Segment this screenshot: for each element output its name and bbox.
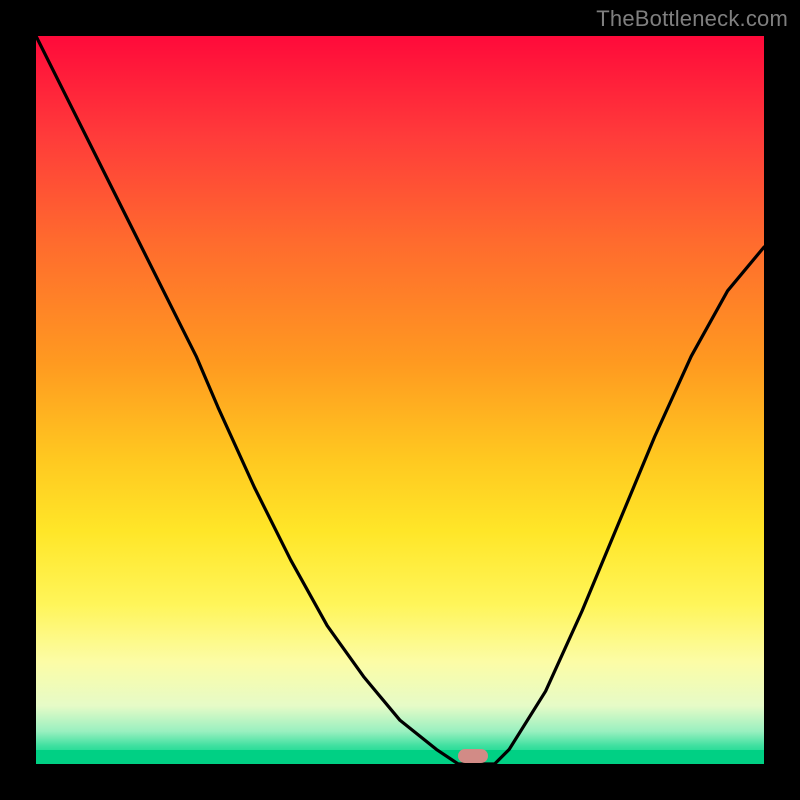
chart-frame: TheBottleneck.com [0, 0, 800, 800]
optimal-point-marker [458, 749, 488, 763]
watermark-text: TheBottleneck.com [596, 6, 788, 32]
bottleneck-curve [36, 36, 764, 764]
plot-area [36, 36, 764, 764]
